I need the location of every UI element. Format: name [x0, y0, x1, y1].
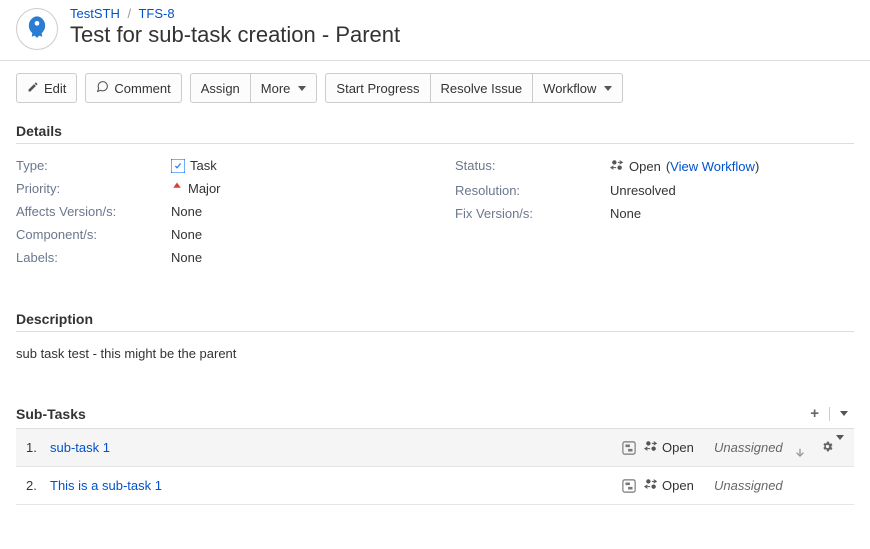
- plus-icon: +: [810, 405, 819, 422]
- chevron-down-icon: [836, 435, 844, 456]
- field-components: Component/s: None: [16, 223, 415, 246]
- subtask-type-icon: [614, 441, 644, 455]
- field-status: Status: Open (View Workflow): [455, 154, 854, 179]
- breadcrumb-project[interactable]: TestSTH: [70, 6, 120, 21]
- subtask-number: 1.: [26, 440, 50, 455]
- details-section: Details Type: Task Priority: Major: [0, 115, 870, 273]
- subtask-assignee: Unassigned: [714, 478, 814, 493]
- rocket-icon: [23, 14, 51, 45]
- subtasks-section: Sub-Tasks + 1.sub-task 1OpenUnassigned2.…: [0, 395, 870, 509]
- subtask-status: Open: [644, 477, 714, 494]
- details-heading: Details: [16, 123, 854, 144]
- breadcrumb-issue-key[interactable]: TFS-8: [138, 6, 174, 21]
- pencil-icon: [27, 81, 39, 96]
- move-down-icon[interactable]: [794, 447, 806, 462]
- add-subtask-button[interactable]: +: [804, 403, 825, 424]
- workflow-group: Start Progress Resolve Issue Workflow: [325, 73, 623, 103]
- subtask-title: sub-task 1: [50, 440, 614, 455]
- open-status-icon: [644, 439, 658, 456]
- workflow-button[interactable]: Workflow: [532, 74, 622, 102]
- subtask-row[interactable]: 2.This is a sub-task 1 OpenUnassigned: [16, 467, 854, 505]
- field-fix-versions: Fix Version/s: None: [455, 202, 854, 225]
- field-affects-versions: Affects Version/s: None: [16, 200, 415, 223]
- subtask-type-icon: [614, 479, 644, 493]
- subtask-list: 1.sub-task 1OpenUnassigned2.This is a su…: [16, 429, 854, 505]
- view-workflow-link[interactable]: View Workflow: [670, 159, 755, 174]
- field-priority: Priority: Major: [16, 177, 415, 200]
- field-resolution: Resolution: Unresolved: [455, 179, 854, 202]
- assign-more-group: Assign More: [190, 73, 318, 103]
- resolve-issue-button[interactable]: Resolve Issue: [430, 74, 533, 102]
- issue-header: TestSTH / TFS-8 Test for sub-task creati…: [0, 0, 870, 61]
- subtask-title: This is a sub-task 1: [50, 478, 614, 493]
- more-button[interactable]: More: [250, 74, 317, 102]
- breadcrumb: TestSTH / TFS-8: [70, 6, 400, 21]
- toolbar: Edit Comment Assign More Start Progress …: [0, 61, 870, 115]
- chevron-down-icon: [840, 411, 848, 416]
- description-body: sub task test - this might be the parent: [16, 342, 854, 371]
- subtasks-heading: Sub-Tasks: [16, 406, 804, 422]
- project-avatar[interactable]: [16, 8, 58, 50]
- comment-icon: [96, 80, 109, 96]
- priority-major-icon: [171, 181, 183, 196]
- assign-button[interactable]: Assign: [191, 74, 250, 102]
- subtask-actions-button[interactable]: [821, 440, 844, 456]
- task-icon: [171, 159, 185, 173]
- chevron-down-icon: [604, 86, 612, 91]
- subtask-link[interactable]: This is a sub-task 1: [50, 478, 162, 493]
- field-type: Type: Task: [16, 154, 415, 177]
- gear-icon: [821, 440, 834, 456]
- issue-title: Test for sub-task creation - Parent: [70, 22, 400, 48]
- open-status-icon: [644, 477, 658, 494]
- field-labels: Labels: None: [16, 246, 415, 269]
- subtask-row[interactable]: 1.sub-task 1OpenUnassigned: [16, 429, 854, 467]
- comment-button[interactable]: Comment: [85, 73, 181, 103]
- chevron-down-icon: [298, 86, 306, 91]
- edit-button[interactable]: Edit: [16, 73, 77, 103]
- subtask-link[interactable]: sub-task 1: [50, 440, 110, 455]
- subtask-status: Open: [644, 439, 714, 456]
- subtasks-menu-button[interactable]: [834, 409, 854, 418]
- subtasks-header-row: Sub-Tasks +: [16, 403, 854, 429]
- description-heading: Description: [16, 311, 854, 332]
- start-progress-button[interactable]: Start Progress: [326, 74, 429, 102]
- open-status-icon: [610, 158, 624, 175]
- description-section: Description sub task test - this might b…: [0, 303, 870, 375]
- subtask-number: 2.: [26, 478, 50, 493]
